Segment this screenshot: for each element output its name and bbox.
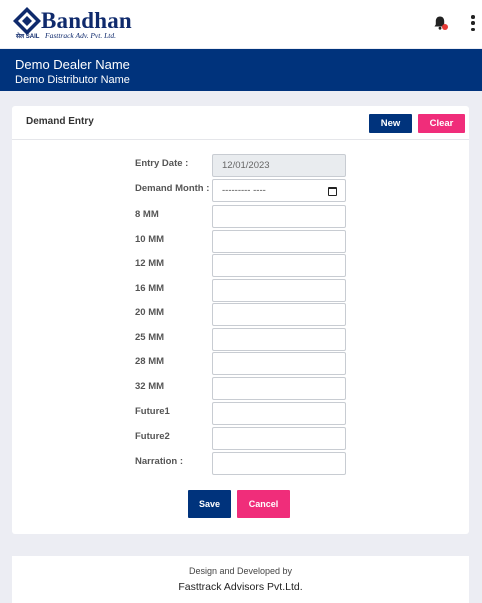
cancel-button[interactable]: Cancel xyxy=(237,490,290,518)
demand-month-input[interactable]: --------- ---- xyxy=(212,179,346,202)
field-label-8mm: 8 MM xyxy=(135,209,159,220)
calendar-icon[interactable] xyxy=(328,187,337,196)
brand-logo[interactable]: Bandhan सेल SAIL Fasttrack Adv. Pvt. Ltd… xyxy=(12,6,152,42)
notification-dot xyxy=(442,24,448,30)
field-label-20mm: 20 MM xyxy=(135,307,165,318)
brand-sail-text: सेल SAIL xyxy=(16,34,40,40)
field-label-32mm: 32 MM xyxy=(135,381,165,392)
dealer-info-bar: Demo Dealer Name Demo Distributor Name xyxy=(0,49,482,91)
entry-date-label: Entry Date : xyxy=(135,158,189,169)
demand-entry-card: Demand Entry New Clear Entry Date : 12/0… xyxy=(12,106,469,534)
demand-month-label: Demand Month : xyxy=(135,183,210,194)
demand-month-value: --------- ---- xyxy=(222,185,266,196)
input-12mm[interactable] xyxy=(212,254,346,277)
brand-subtitle: Fasttrack Adv. Pvt. Ltd. xyxy=(45,31,116,40)
field-label-16mm: 16 MM xyxy=(135,283,165,294)
narration-input[interactable] xyxy=(212,452,346,475)
new-button[interactable]: New xyxy=(369,114,412,133)
field-label-28mm: 28 MM xyxy=(135,356,165,367)
footer: Design and Developed by Fasttrack Adviso… xyxy=(12,556,469,603)
footer-credit-label: Design and Developed by xyxy=(188,566,293,576)
field-label-future1: Future1 xyxy=(135,406,170,417)
top-bar: Bandhan सेल SAIL Fasttrack Adv. Pvt. Ltd… xyxy=(0,0,482,48)
input-10mm[interactable] xyxy=(212,230,346,253)
card-divider xyxy=(12,139,469,140)
dealer-name: Demo Dealer Name xyxy=(15,57,130,72)
input-16mm[interactable] xyxy=(212,279,346,302)
card-title: Demand Entry xyxy=(26,116,94,127)
input-8mm[interactable] xyxy=(212,205,346,228)
field-label-25mm: 25 MM xyxy=(135,332,165,343)
field-label-10mm: 10 MM xyxy=(135,234,165,245)
field-label-future2: Future2 xyxy=(135,431,170,442)
clear-button[interactable]: Clear xyxy=(418,114,465,133)
distributor-name: Demo Distributor Name xyxy=(15,74,130,86)
input-future2[interactable] xyxy=(212,427,346,450)
entry-date-field: 12/01/2023 xyxy=(212,154,346,177)
input-20mm[interactable] xyxy=(212,303,346,326)
save-button[interactable]: Save xyxy=(188,490,231,518)
footer-company-name: Fasttrack Advisors Pvt.Ltd. xyxy=(178,581,303,593)
input-32mm[interactable] xyxy=(212,377,346,400)
input-28mm[interactable] xyxy=(212,352,346,375)
more-vertical-icon[interactable] xyxy=(466,14,480,32)
input-25mm[interactable] xyxy=(212,328,346,351)
field-label-12mm: 12 MM xyxy=(135,258,165,269)
input-future1[interactable] xyxy=(212,402,346,425)
narration-label: Narration : xyxy=(135,456,184,467)
